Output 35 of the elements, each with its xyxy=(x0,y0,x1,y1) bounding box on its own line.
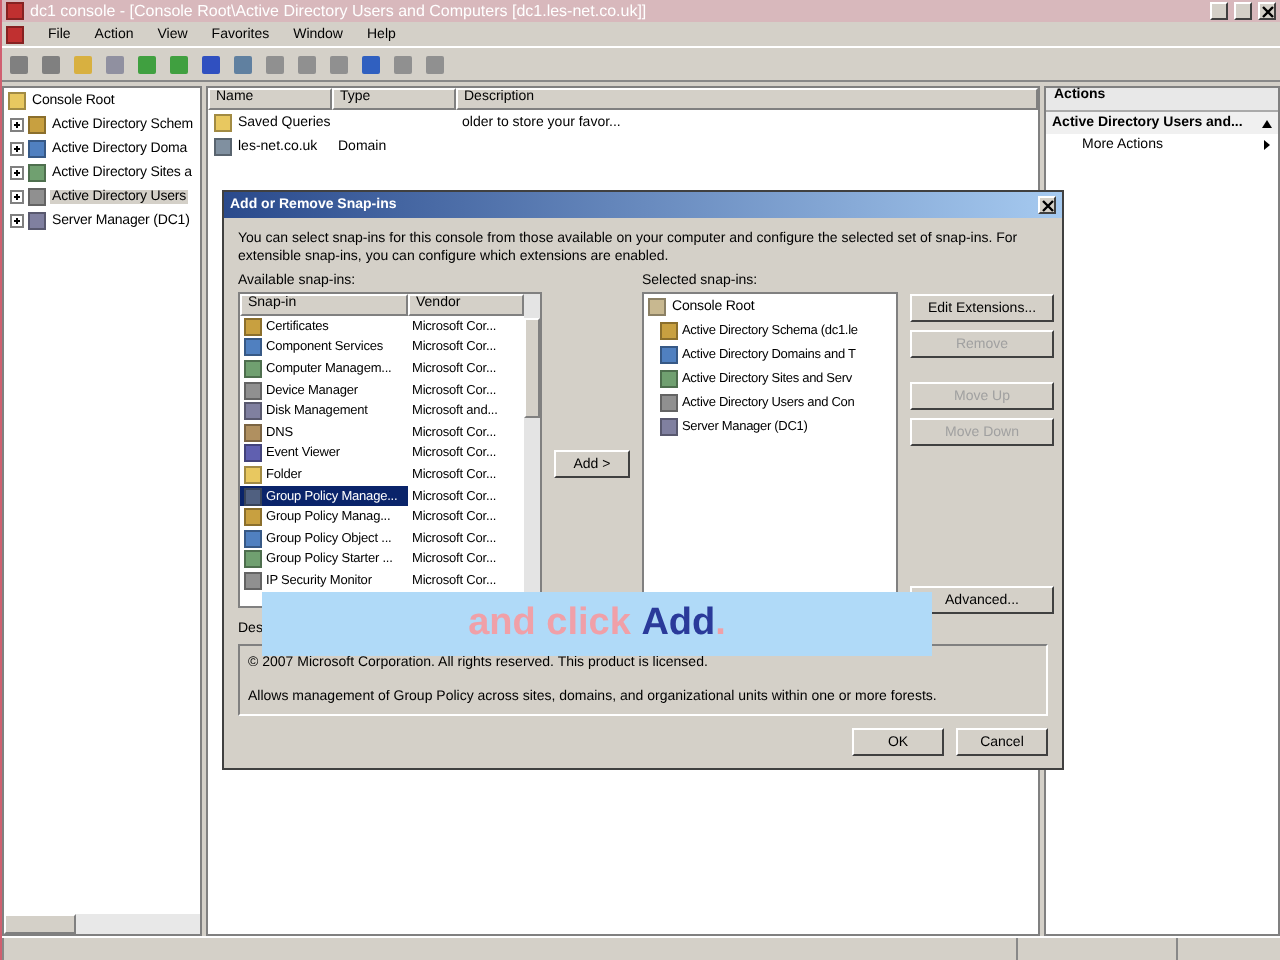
toolbar-icon[interactable] xyxy=(360,53,382,75)
toolbar-icon[interactable] xyxy=(40,53,62,75)
toolbar-icon[interactable] xyxy=(232,53,254,75)
toolbar-icon[interactable] xyxy=(104,53,126,75)
folder-icon xyxy=(8,91,26,109)
close-icon xyxy=(1261,5,1273,17)
app-icon xyxy=(6,2,24,20)
expand-icon[interactable] xyxy=(10,141,24,155)
toolbar-icon[interactable] xyxy=(8,53,30,75)
close-button[interactable] xyxy=(1258,2,1276,20)
expand-icon[interactable] xyxy=(10,165,24,179)
toolbar-icon[interactable] xyxy=(264,53,286,75)
caption-tooltip: and click Add. xyxy=(262,592,932,656)
toolbar-icon[interactable] xyxy=(328,53,350,75)
folder-icon xyxy=(648,297,666,315)
toolbar-icon[interactable] xyxy=(424,53,446,75)
folder-icon xyxy=(214,113,232,131)
minimize-button[interactable] xyxy=(1210,2,1228,20)
collapse-icon xyxy=(1262,119,1272,127)
maximize-button[interactable] xyxy=(1234,2,1252,20)
expand-icon[interactable] xyxy=(10,117,24,131)
toolbar-icon[interactable] xyxy=(200,53,222,75)
domain-icon xyxy=(214,137,232,155)
window-title: dc1 console - [Console Root\Active Directory Users and Computers [dc1.les-net.co.uk]] xyxy=(30,2,649,20)
expand-icon[interactable] xyxy=(10,213,24,227)
console-icon xyxy=(6,25,24,43)
toolbar-icon[interactable] xyxy=(296,53,318,75)
toolbar-icon[interactable] xyxy=(168,53,190,75)
submenu-arrow-icon xyxy=(1264,140,1270,150)
close-icon xyxy=(1041,199,1053,211)
close-button[interactable] xyxy=(1038,196,1056,214)
toolbar-icon[interactable] xyxy=(392,53,414,75)
scrollbar[interactable] xyxy=(4,914,200,934)
expand-icon[interactable] xyxy=(10,189,24,203)
toolbar-icon[interactable] xyxy=(136,53,158,75)
